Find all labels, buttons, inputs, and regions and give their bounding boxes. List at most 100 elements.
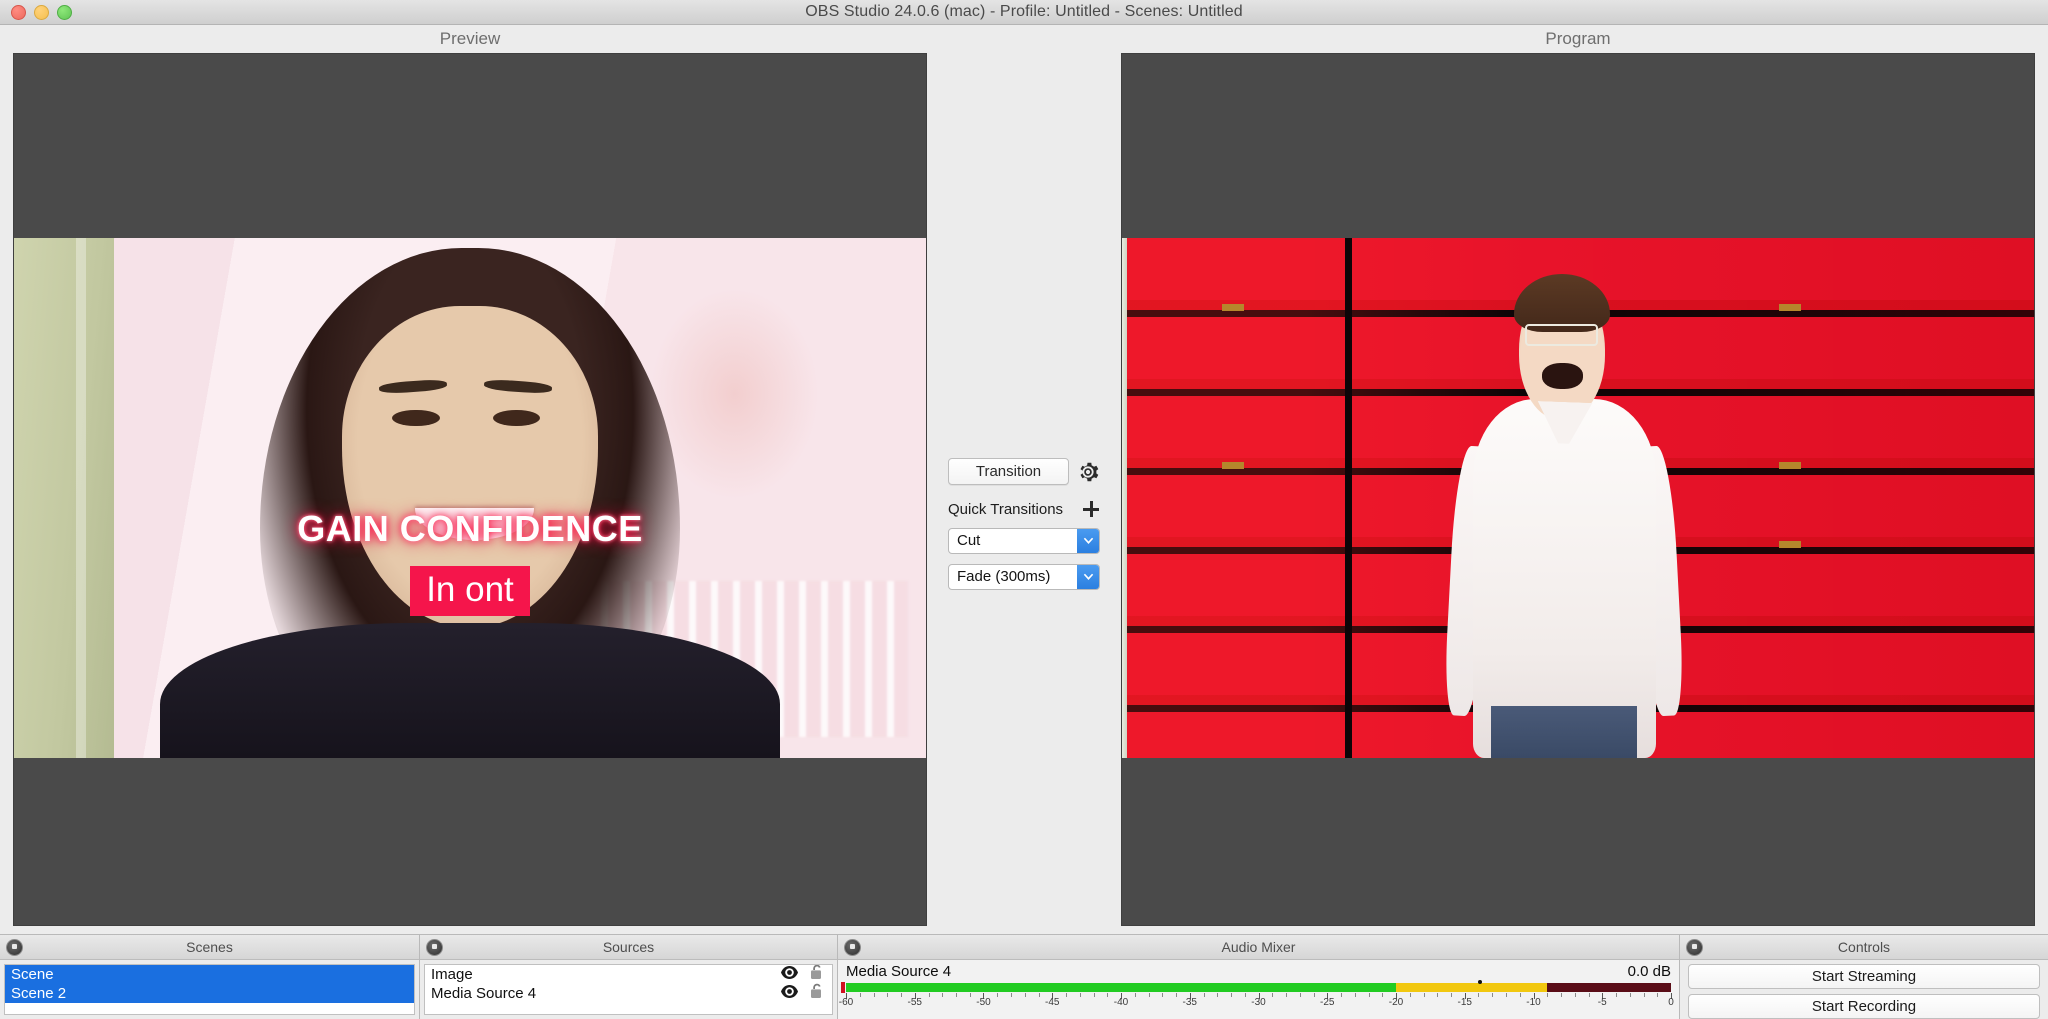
audio-scale-tick	[1643, 993, 1645, 997]
eye-icon[interactable]	[781, 984, 798, 1003]
source-label: Media Source 4	[431, 985, 537, 1002]
window-title: OBS Studio 24.0.6 (mac) - Profile: Untit…	[805, 3, 1243, 20]
bottom-dock: Scenes Scene Scene 2 Sources Image Media S…	[0, 934, 2048, 1019]
audio-scale-tick	[873, 993, 875, 997]
plus-icon[interactable]	[1082, 500, 1100, 518]
preview-cabinet	[14, 238, 115, 758]
audio-scale-tick	[1148, 993, 1150, 997]
scene-list-item[interactable]: Scene 2	[5, 984, 414, 1003]
audio-scale-tick	[1079, 993, 1081, 997]
audio-clip-indicator	[841, 982, 845, 993]
audio-scale-label: -25	[1320, 997, 1335, 1008]
obs-main-window: OBS Studio 24.0.6 (mac) - Profile: Untit…	[0, 0, 2048, 1019]
scenes-dock-header: Scenes	[0, 935, 419, 960]
program-wall-edge	[1122, 238, 1127, 758]
audio-scale-tick	[1616, 993, 1617, 997]
audio-scale-label: -30	[1251, 997, 1266, 1008]
audio-scale-tick	[1176, 993, 1177, 997]
program-scene-background	[1122, 238, 2034, 758]
audio-scale-label: -55	[907, 997, 922, 1008]
preview-subject-eye-right	[492, 409, 541, 427]
controls-dock: Controls Start Streaming Start Recording	[1680, 935, 2048, 1019]
audio-scale-tick	[1354, 993, 1356, 997]
mixer-dock-header: Audio Mixer	[838, 935, 1679, 960]
audio-scale-tick	[1299, 993, 1301, 997]
audio-scale-tick	[969, 993, 971, 997]
preview-overlay-badge-wrap: In ont	[14, 565, 926, 616]
sources-list[interactable]: Image Media Source 4	[424, 964, 833, 1015]
audio-scale-tick	[1066, 993, 1067, 997]
quick-transition-cut[interactable]: Cut	[948, 528, 1100, 554]
preview-overlay-title: GAIN CONFIDENCE	[297, 508, 643, 550]
audio-scale-tick	[1286, 993, 1287, 997]
program-canvas-wrap	[1108, 53, 2048, 934]
mixer-volume-value: 0.0 dB	[1627, 963, 1671, 980]
audio-scale-label: -50	[976, 997, 991, 1008]
program-plank-screw	[1778, 462, 1801, 469]
audio-scale-tick	[859, 993, 861, 997]
audio-mixer-title: Audio Mixer	[1221, 939, 1296, 955]
audio-scale-tick	[1478, 993, 1480, 997]
audio-scale-tick	[956, 993, 957, 997]
audio-scale-tick	[901, 993, 902, 997]
audio-scale-tick	[1506, 993, 1507, 997]
window-titlebar: OBS Studio 24.0.6 (mac) - Profile: Untit…	[0, 0, 2048, 25]
program-wall-post	[1345, 238, 1353, 758]
audio-meter-yellow	[1395, 983, 1548, 992]
transition-button[interactable]: Transition	[948, 458, 1069, 485]
audio-scale-tick	[1244, 993, 1246, 997]
audio-scale-tick	[1231, 993, 1232, 997]
program-canvas[interactable]	[1121, 53, 2035, 926]
audio-scale-tick	[1217, 993, 1219, 997]
mixer-channel: Media Source 4 0.0 dB -60 -55 -50 -45 -40 -35…	[838, 960, 1679, 1019]
program-plank-screw	[1778, 304, 1801, 311]
transitions-controls: Transition Quick Transitions Cut Fade (3…	[940, 458, 1108, 590]
source-icons	[781, 965, 824, 985]
program-plank-screw	[1778, 541, 1801, 548]
audio-scale-tick	[1409, 993, 1411, 997]
chevron-down-icon[interactable]	[1077, 529, 1099, 553]
audio-scale-tick	[887, 993, 889, 997]
audio-scale-tick	[1093, 993, 1095, 997]
scenes-title: Scenes	[186, 939, 233, 955]
source-list-item[interactable]: Media Source 4	[425, 983, 832, 1004]
audio-scale-tick	[942, 993, 944, 997]
audio-meter-inactive	[1547, 983, 1671, 992]
audio-scale-tick	[1313, 993, 1315, 997]
chevron-down-icon[interactable]	[1077, 565, 1099, 589]
preview-video: GAIN CONFIDENCE In ont	[14, 238, 926, 758]
audio-scale-label: -10	[1526, 997, 1541, 1008]
controls-dock-header: Controls	[1680, 935, 2048, 960]
audio-scale-tick	[1629, 993, 1631, 997]
audio-scale-tick	[1561, 993, 1562, 997]
audio-scale-label: -45	[1045, 997, 1060, 1008]
scenes-list[interactable]: Scene Scene 2	[4, 964, 415, 1015]
audio-scale-tick	[1657, 993, 1659, 997]
unlock-icon[interactable]	[810, 965, 824, 985]
audio-scale-tick	[1492, 993, 1494, 997]
quick-transition-fade[interactable]: Fade (300ms)	[948, 564, 1100, 590]
mixer-channel-header: Media Source 4 0.0 dB	[846, 963, 1671, 980]
audio-scale-tick	[1368, 993, 1370, 997]
preview-canvas[interactable]: GAIN CONFIDENCE In ont	[13, 53, 927, 926]
scene-list-item[interactable]: Scene	[5, 965, 414, 984]
start-recording-button[interactable]: Start Recording	[1688, 994, 2040, 1019]
sources-title: Sources	[602, 939, 655, 955]
audio-meter-green	[846, 983, 1396, 992]
gear-icon[interactable]	[1076, 460, 1100, 484]
source-list-item[interactable]: Image	[425, 965, 832, 984]
sources-dock-header: Sources	[420, 935, 837, 960]
source-label: Image	[431, 966, 473, 983]
controls-button-group: Start Streaming Start Recording	[1680, 960, 2048, 1019]
eye-icon[interactable]	[781, 965, 798, 984]
program-plank-screw	[1222, 304, 1245, 311]
audio-scale-label: -15	[1457, 997, 1472, 1008]
quick-transition-fade-label: Fade (300ms)	[957, 568, 1051, 585]
audio-scale-tick	[1437, 993, 1439, 997]
audio-scale-tick	[1038, 993, 1040, 997]
audio-scale-tick	[1203, 993, 1205, 997]
preview-label: Preview	[0, 25, 940, 53]
unlock-icon[interactable]	[810, 983, 824, 1004]
transition-row: Transition	[948, 458, 1100, 485]
start-streaming-button[interactable]: Start Streaming	[1688, 964, 2040, 989]
